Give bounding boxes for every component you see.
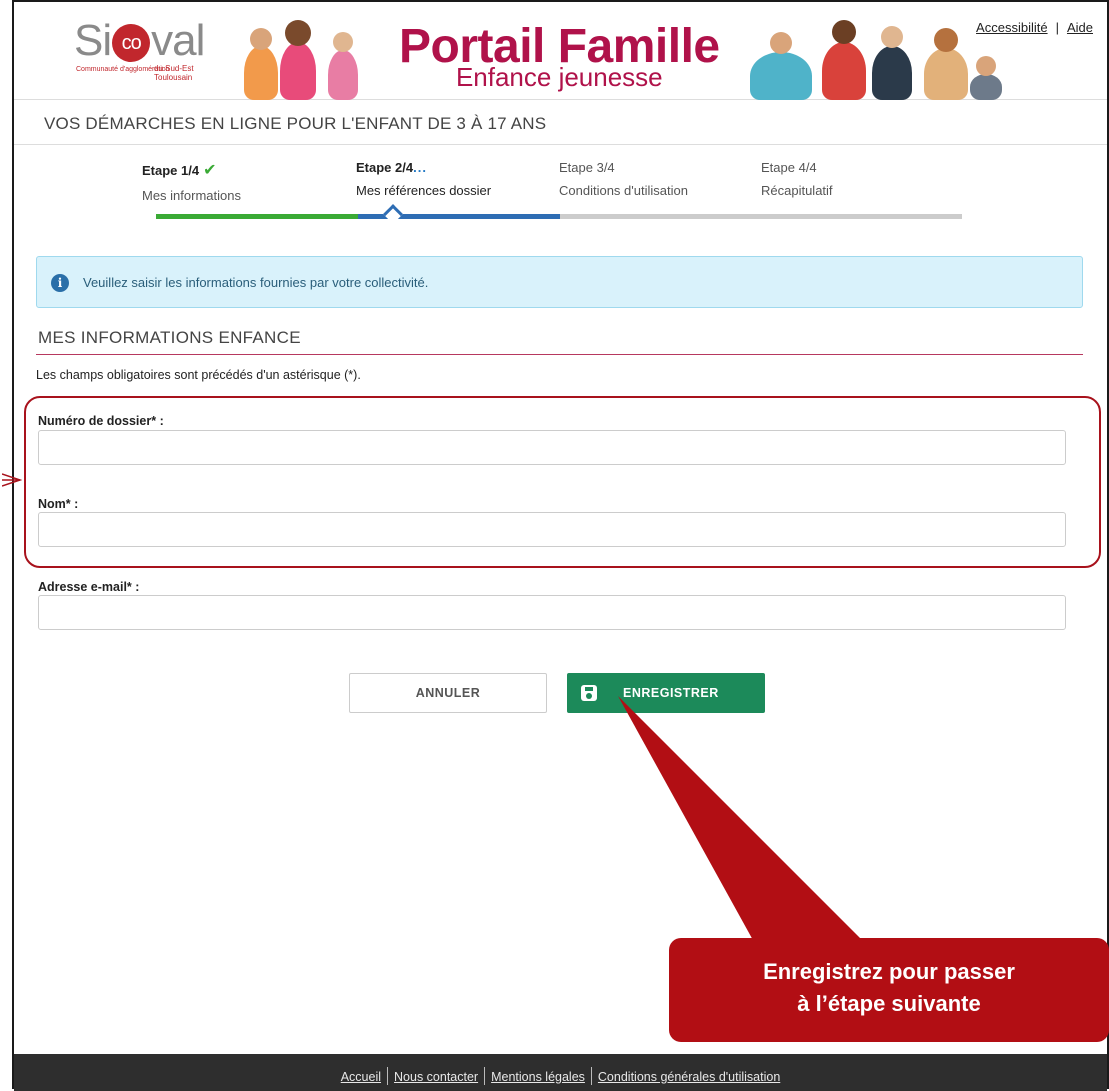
step-3-number: Etape 3/4: [559, 160, 615, 175]
step-4-number: Etape 4/4: [761, 160, 817, 175]
footer-separator: [484, 1067, 486, 1085]
site-footer: Accueil Nous contacter Mentions légales Con…: [14, 1054, 1107, 1091]
kid-illustration: [822, 20, 866, 100]
accessibility-link[interactable]: Accessibilité: [976, 20, 1048, 35]
kid-illustration: [970, 56, 1002, 100]
current-step-caret: [383, 204, 403, 224]
sicoval-logo[interactable]: Si co val Communauté d'agglomération du Su…: [74, 16, 214, 86]
kid-illustration: [328, 32, 358, 100]
callout-line-2: à l’étape suivante: [797, 991, 981, 1016]
footer-link-terms[interactable]: Conditions générales d'utilisation: [598, 1070, 780, 1084]
info-text: Veuillez saisir les informations fournie…: [83, 275, 429, 290]
link-separator: |: [1055, 20, 1059, 35]
callout-annotation: Enregistrez pour passer à l’étape suivan…: [669, 938, 1109, 1042]
kid-illustration: [872, 26, 912, 100]
mandatory-fields-note: Les champs obligatoires sont précédés d'…: [36, 368, 361, 382]
site-header: Si co val Communauté d'agglomération du Su…: [14, 2, 1107, 100]
info-alert: i Veuillez saisir les informations fourn…: [36, 256, 1083, 308]
footer-separator: [590, 1067, 592, 1085]
footer-link-legal[interactable]: Mentions légales: [491, 1070, 585, 1084]
checkmark-icon: ✔: [203, 162, 217, 179]
footer-separator: [387, 1067, 389, 1085]
logo-tagline-right: du Sud-Est Toulousain: [154, 64, 194, 82]
kid-illustration: [924, 28, 968, 100]
footer-link-home[interactable]: Accueil: [341, 1070, 381, 1084]
logo-wordmark: Si co val: [74, 16, 205, 65]
divider: [14, 144, 1107, 145]
floppy-disk-icon: [581, 685, 597, 701]
step-2-number: Etape 2/4: [356, 160, 414, 175]
callout-pointer: [618, 696, 864, 942]
progress-segment-done: [156, 214, 358, 219]
step-4-label: Récapitulatif: [761, 183, 833, 198]
in-progress-dots: ...: [413, 160, 427, 175]
help-link[interactable]: Aide: [1067, 20, 1093, 35]
kid-illustration: [280, 20, 316, 100]
footer-link-contact[interactable]: Nous contacter: [394, 1070, 478, 1084]
header-links: Accessibilité | Aide: [976, 20, 1093, 35]
highlight-outline: [24, 396, 1101, 568]
section-title: MES INFORMATIONS ENFANCE: [38, 328, 301, 347]
cancel-button[interactable]: ANNULER: [349, 673, 547, 713]
step-3: Etape 3/4 Conditions d'utilisation: [559, 160, 688, 198]
step-2-label: Mes références dossier: [356, 183, 492, 198]
step-1-label: Mes informations: [142, 188, 241, 203]
step-1: Etape 1/4 ✔ Mes informations: [142, 160, 241, 203]
arrow-indicator-icon: [2, 473, 22, 487]
kid-illustration: [244, 28, 278, 100]
kid-illustration: [750, 32, 812, 100]
step-4: Etape 4/4 Récapitulatif: [761, 160, 833, 198]
browser-frame: Si co val Communauté d'agglomération du Su…: [2, 0, 1109, 1091]
step-1-number: Etape 1/4: [142, 163, 200, 178]
step-3-label: Conditions d'utilisation: [559, 183, 688, 198]
page-banner-title: VOS DÉMARCHES EN LIGNE POUR L'ENFANT DE …: [44, 114, 547, 133]
email-input[interactable]: [38, 595, 1066, 630]
step-2: Etape 2/4... Mes références dossier: [356, 160, 491, 198]
callout-line-1: Enregistrez pour passer: [763, 959, 1015, 984]
email-label: Adresse e-mail* :: [38, 580, 140, 594]
portal-title-block: Portail Famille Enfance jeunesse: [399, 22, 720, 91]
progress-segment-todo: [560, 214, 962, 219]
section-divider: [36, 354, 1083, 355]
info-icon: i: [51, 274, 69, 292]
